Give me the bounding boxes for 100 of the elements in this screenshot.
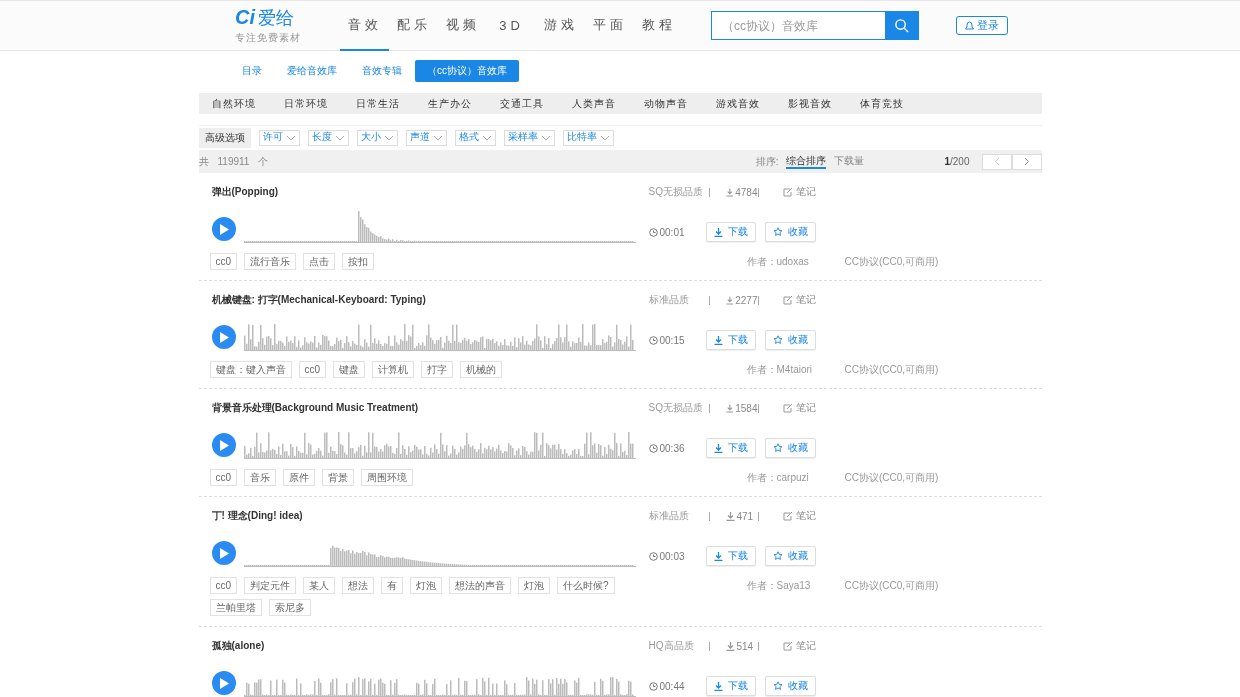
download-button[interactable]: 下载 (705, 546, 756, 566)
category-link[interactable]: 日常生活 (355, 96, 428, 111)
notes-link[interactable]: 笔记 (782, 639, 816, 653)
collect-button[interactable]: 收藏 (764, 676, 816, 696)
tag[interactable]: 按扣 (342, 253, 375, 270)
tag[interactable]: 灯泡 (410, 577, 443, 594)
filter-dropdown[interactable]: 大小 (356, 129, 398, 146)
nav-tab[interactable]: 配乐 (389, 1, 438, 51)
download-icon (713, 443, 723, 453)
tag[interactable]: 键盘 (333, 361, 366, 378)
sound-title[interactable]: 丁! 理念(Ding! idea) (198, 501, 649, 531)
download-button[interactable]: 下载 (705, 676, 756, 696)
nav-tab[interactable]: 游戏 (536, 1, 585, 51)
download-button[interactable]: 下载 (705, 222, 756, 242)
download-icon (725, 295, 734, 305)
nav-tab[interactable]: 音效 (340, 1, 389, 51)
notes-link[interactable]: 笔记 (782, 401, 816, 415)
category-link[interactable]: 日常环境 (283, 96, 356, 111)
sound-title[interactable]: 机械键盘: 打字(Mechanical-Keyboard: Typing) (198, 285, 649, 315)
download-button[interactable]: 下载 (705, 330, 756, 350)
tag[interactable]: 计算机 (372, 361, 415, 378)
play-button[interactable] (211, 433, 236, 457)
filter-dropdown[interactable]: 许可 (258, 129, 300, 146)
category-link[interactable]: 生产办公 (427, 96, 500, 111)
sound-title[interactable]: 弹出(Popping) (198, 177, 649, 207)
tag[interactable]: 兰帕里塔 (209, 599, 262, 616)
duration: 00:03 (648, 550, 706, 562)
notes-link[interactable]: 笔记 (782, 509, 816, 523)
logo-name[interactable]: 爱给 (258, 6, 294, 30)
collect-button[interactable]: 收藏 (764, 546, 816, 566)
subnav-tab[interactable]: （cc协议）音效库 (415, 60, 519, 82)
tag[interactable]: 背景 (322, 469, 355, 486)
tag[interactable]: 机械的 (460, 361, 503, 378)
category-link[interactable]: 体育竞技 (859, 96, 932, 111)
filter-dropdown[interactable]: 采样率 (503, 129, 555, 146)
tag[interactable]: 键盘：键入声音 (209, 361, 292, 378)
category-link[interactable]: 交通工具 (499, 96, 572, 111)
tag[interactable]: 流行音乐 (244, 253, 297, 270)
category-link[interactable]: 自然环境 (211, 96, 284, 111)
collect-button[interactable]: 收藏 (764, 330, 816, 350)
nav-tab[interactable]: 教程 (634, 1, 683, 51)
category-link[interactable]: 游戏音效 (715, 96, 788, 111)
nav-tab[interactable]: 3D (487, 1, 536, 51)
tag[interactable]: cc0 (298, 361, 327, 378)
collect-button[interactable]: 收藏 (764, 438, 816, 458)
tag[interactable]: 什么时候? (557, 577, 615, 594)
chevron-left-icon (993, 157, 1000, 166)
tag[interactable]: 点击 (303, 253, 336, 270)
category-link[interactable]: 人类声音 (571, 96, 644, 111)
play-button[interactable] (211, 325, 236, 349)
duration: 00:01 (648, 226, 706, 238)
nav-tab[interactable]: 视频 (438, 1, 487, 51)
filter-dropdown[interactable]: 声道 (405, 129, 447, 146)
search-button[interactable] (885, 12, 918, 39)
category-link[interactable]: 动物声音 (643, 96, 716, 111)
sort-tab[interactable]: 下载量 (834, 154, 865, 169)
nav-tab[interactable]: 平面 (585, 1, 634, 51)
edit-icon (782, 511, 793, 521)
tag[interactable]: 周围环境 (361, 469, 414, 486)
tag[interactable]: 索尼多 (268, 599, 311, 616)
duration: 00:36 (648, 442, 706, 454)
filter-dropdown[interactable]: 比特率 (562, 129, 614, 146)
subnav-tab[interactable]: 音效专辑 (350, 60, 414, 82)
collect-button[interactable]: 收藏 (764, 222, 816, 242)
notes-link[interactable]: 笔记 (782, 293, 816, 307)
chevron-down-icon (540, 134, 551, 141)
tag[interactable]: 灯泡 (518, 577, 551, 594)
total-suffix: 个 (258, 154, 269, 169)
logo-mark[interactable]: Ci (235, 6, 255, 29)
tag[interactable]: 原件 (283, 469, 316, 486)
star-icon (772, 551, 783, 561)
tag[interactable]: 判定元件 (244, 577, 297, 594)
filter-dropdown[interactable]: 长度 (307, 129, 349, 146)
slogan: 专注免费素材 (235, 31, 302, 45)
sort-tab[interactable]: 综合排序 (786, 154, 827, 169)
login-button[interactable]: 登录 (956, 16, 1008, 35)
filter-dropdown[interactable]: 格式 (454, 129, 496, 146)
star-icon (772, 443, 783, 453)
tag[interactable]: 想法的声音 (449, 577, 512, 594)
tag[interactable]: 有 (381, 577, 404, 594)
subnav-tab[interactable]: 爱给音效库 (275, 60, 349, 82)
sound-title[interactable]: 孤独(alone) (198, 631, 649, 661)
play-button[interactable] (211, 217, 236, 241)
tag[interactable]: cc0 (209, 469, 238, 486)
play-button[interactable] (211, 671, 236, 695)
duration: 00:15 (648, 334, 706, 346)
category-link[interactable]: 影视音效 (787, 96, 860, 111)
subnav-tab[interactable]: 目录 (230, 60, 274, 82)
download-button[interactable]: 下载 (705, 438, 756, 458)
notes-link[interactable]: 笔记 (782, 185, 816, 199)
tag[interactable]: cc0 (209, 577, 238, 594)
tag[interactable]: cc0 (209, 253, 238, 270)
tag[interactable]: 某人 (303, 577, 336, 594)
tag[interactable]: 打字 (421, 361, 454, 378)
sound-title[interactable]: 背景音乐处理(Background Music Treatment) (198, 393, 649, 423)
play-button[interactable] (211, 541, 236, 565)
download-icon (725, 403, 734, 413)
tag[interactable]: 想法 (342, 577, 375, 594)
search-field[interactable]: （cc协议）音效库 (711, 11, 919, 40)
tag[interactable]: 音乐 (244, 469, 277, 486)
